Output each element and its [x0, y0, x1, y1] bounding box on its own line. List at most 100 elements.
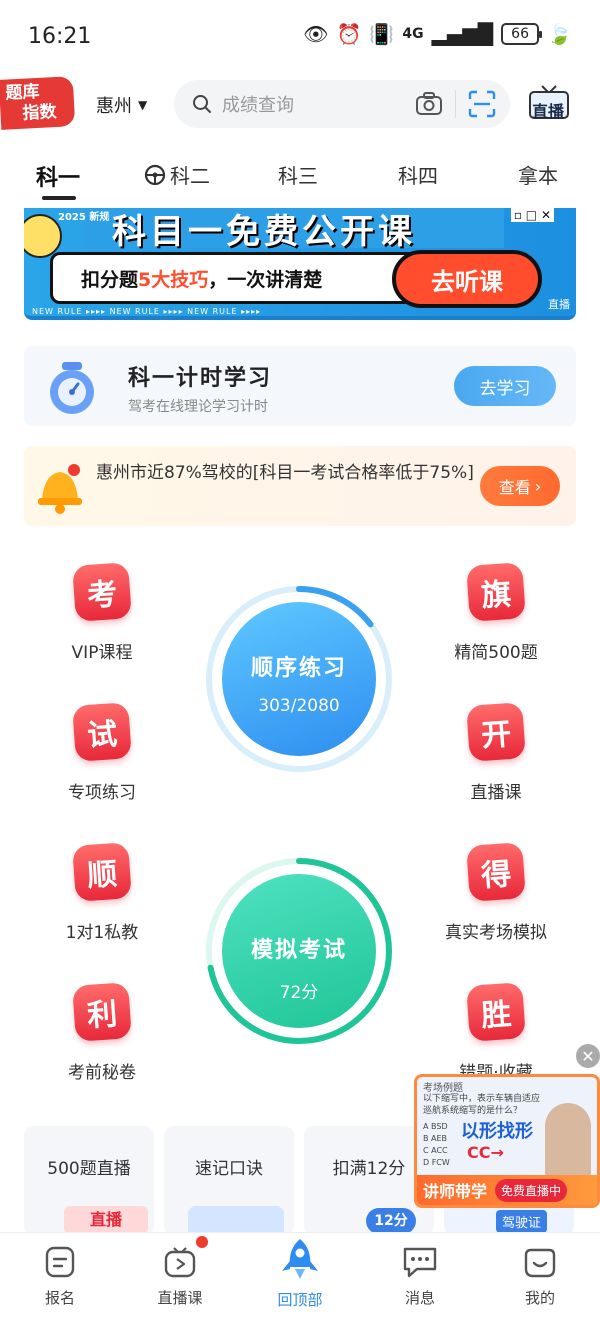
badge-icon: 试 — [72, 702, 132, 762]
practice-progress: 303/2080 — [258, 696, 340, 716]
app-screen: { "status": {"time": "16:21", "network":… — [0, 0, 600, 1326]
feature-label: 考前秘卷 — [68, 1063, 136, 1083]
status-bar: 16:21 👁 ⏰ 📳 4G ▂▄▆█ 66 🍃 — [0, 0, 600, 74]
live-tv-button[interactable]: 直播 — [528, 84, 570, 122]
tab-ke1[interactable]: 科一 — [36, 160, 80, 192]
search-placeholder: 成绩查询 — [222, 95, 294, 116]
tab-label: 科一 — [36, 166, 81, 191]
nav-label: 我的 — [524, 1289, 555, 1307]
card-quick-mnemonic[interactable]: 速记口诀 — [164, 1126, 294, 1236]
banner-title: 科目一免费公开课 — [84, 208, 504, 252]
video-cc-text: CC→ — [467, 1143, 504, 1162]
signup-icon — [45, 1246, 75, 1278]
signal-icon: ▂▄▆█ — [431, 22, 494, 46]
live-label: 直播 — [532, 102, 565, 121]
floating-live-video[interactable]: 考场例题 以下缩写中，表示车辆自适应巡航系统缩写的是什么？ A BSD B AEB… — [414, 1074, 600, 1208]
nav-messages[interactable]: 消息 — [370, 1245, 470, 1308]
badge-icon: 得 — [466, 842, 526, 902]
status-icons: 👁 ⏰ 📳 4G ▂▄▆█ 66 🍃 — [303, 22, 572, 46]
scan-icon[interactable] — [468, 90, 496, 118]
city-label: 惠州 — [96, 96, 132, 117]
feature-500-questions[interactable]: 旗精简500题 — [436, 562, 556, 663]
card-label: 500题直播 — [47, 1159, 131, 1179]
sequential-practice-button[interactable]: 顺序练习 303/2080 — [222, 602, 376, 756]
video-bar-right: 免费直播中 — [495, 1178, 568, 1202]
feature-special-practice[interactable]: 试专项练习 — [42, 702, 162, 803]
feature-label: 精简500题 — [454, 643, 538, 663]
listen-button[interactable]: 去听课 — [392, 250, 542, 308]
battery-icon: 66 — [501, 23, 543, 45]
nav-signup[interactable]: 报名 — [10, 1245, 110, 1308]
search-bar[interactable]: 成绩查询 — [174, 80, 510, 128]
bell-icon — [38, 464, 82, 514]
network-label: 4G — [402, 26, 424, 42]
promo-banner[interactable]: 科目一免费公开课 2025 新规 ▫ □ ✕ 扣分题5大技巧，一次讲清楚 去听课… — [24, 208, 576, 320]
badge-icon: 顺 — [72, 842, 132, 902]
exam-score: 72分 — [279, 983, 319, 1003]
card-12-tag: 12分 — [366, 1208, 416, 1234]
feature-secret-paper[interactable]: 利考前秘卷 — [42, 982, 162, 1083]
tab-ke2[interactable]: 科二 — [144, 160, 210, 189]
card-label: 驾驶证 — [496, 1210, 548, 1233]
message-icon — [403, 1247, 437, 1278]
steering-wheel-icon — [144, 164, 166, 185]
feature-live-class[interactable]: 开直播课 — [436, 702, 556, 803]
feature-label: 真实考场模拟 — [445, 923, 547, 943]
badge-icon: 胜 — [466, 982, 526, 1042]
nav-label: 报名 — [44, 1289, 75, 1307]
window-icons: ▫ □ ✕ — [510, 208, 554, 222]
exam-title: 模拟考试 — [250, 938, 347, 963]
rocket-icon — [282, 1239, 318, 1279]
view-button[interactable]: 查看 › — [480, 466, 560, 506]
city-selector[interactable]: 惠州 ▼ — [96, 92, 147, 118]
close-icon[interactable]: ✕ — [576, 1044, 600, 1068]
feature-label: VIP课程 — [71, 643, 133, 663]
card-label: 速记口诀 — [195, 1159, 263, 1179]
nav-back-to-top[interactable]: 回顶部 — [250, 1237, 350, 1310]
tab-active-indicator — [42, 196, 76, 200]
camera-icon[interactable] — [415, 91, 443, 117]
nav-live-class[interactable]: 直播课 — [130, 1245, 230, 1308]
tab-label: 科三 — [278, 164, 318, 188]
nav-label: 回顶部 — [277, 1291, 323, 1309]
video-options: A BSD B AEB C ACC D FCW — [423, 1122, 450, 1167]
feature-real-exam-sim[interactable]: 得真实考场模拟 — [436, 842, 556, 943]
tab-label: 拿本 — [518, 164, 558, 188]
top-header: 题库 指数 惠州 ▼ 成绩查询 直播 — [0, 74, 600, 138]
chevron-right-icon: › — [534, 476, 542, 496]
view-label: 查看 — [498, 478, 531, 497]
card-live-tag: 直播 — [64, 1206, 148, 1234]
tab-ke4[interactable]: 科四 — [398, 160, 438, 189]
feature-private-tutor[interactable]: 顺 1对1私教 — [42, 842, 162, 943]
tab-label: 科四 — [398, 164, 438, 188]
banner-live-tag: 直播 — [548, 298, 570, 311]
feature-label: 直播课 — [470, 783, 522, 803]
feature-mistakes-favorites[interactable]: 胜错题·收藏 — [436, 982, 556, 1083]
badge-icon: 旗 — [466, 562, 526, 622]
subject-tabs: 科一 科二 科三 科四 拿本 — [0, 150, 600, 206]
badge-icon: 考 — [72, 562, 132, 622]
nav-label: 直播课 — [157, 1289, 203, 1307]
banner-subtitle: 扣分题5大技巧，一次讲清楚 — [81, 269, 323, 291]
card-500-live[interactable]: 500题直播 直播 — [24, 1126, 154, 1236]
app-logo[interactable]: 题库 指数 — [0, 76, 76, 130]
mock-exam-button[interactable]: 模拟考试 72分 — [222, 874, 376, 1028]
alarm-icon: ⏰ — [336, 22, 362, 46]
tv-icon — [164, 1247, 196, 1278]
pass-rate-notice[interactable]: 惠州市近87%驾校的[科目一考试合格率低于75%] 查看 › — [24, 446, 576, 526]
video-bar-left: 讲师带学 — [423, 1182, 488, 1201]
study-subtitle: 驾考在线理论学习计时 — [128, 399, 268, 415]
tab-label: 科二 — [170, 164, 210, 188]
nav-label: 消息 — [404, 1289, 435, 1307]
video-bottom-bar: 讲师带学 免费直播中 — [417, 1175, 597, 1205]
video-question: 以下缩写中，表示车辆自适应巡航系统缩写的是什么？ — [423, 1094, 541, 1116]
tab-ke3[interactable]: 科三 — [278, 160, 318, 189]
nav-profile[interactable]: 我的 — [490, 1245, 590, 1308]
feature-vip-course[interactable]: 考 VIP课程 — [42, 562, 162, 663]
go-study-button[interactable]: 去学习 — [454, 366, 556, 406]
tab-license[interactable]: 拿本 — [518, 160, 558, 189]
search-icon — [193, 95, 211, 113]
timed-study-card[interactable]: 科一计时学习 驾考在线理论学习计时 去学习 — [24, 346, 576, 426]
leaf-icon: 🍃 — [547, 22, 572, 46]
bottom-nav: 报名 直播课 回顶部 消息 我的 — [0, 1232, 600, 1326]
